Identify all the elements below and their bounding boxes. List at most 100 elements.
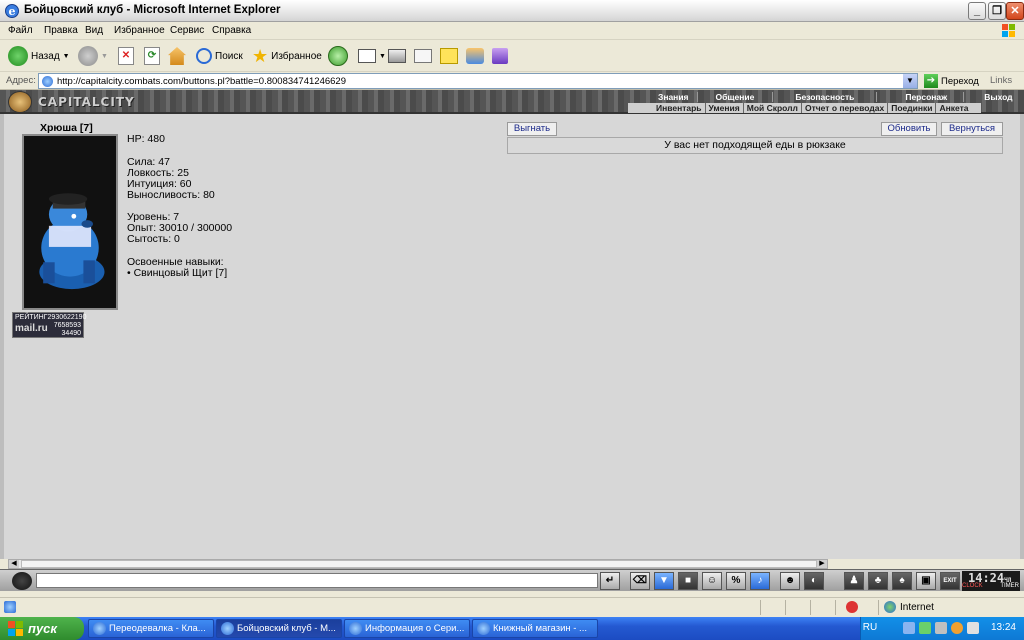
nav-communication[interactable]: Общение bbox=[698, 92, 774, 102]
filter-icon[interactable]: ▼ bbox=[654, 572, 674, 590]
mail-button[interactable]: ▼ bbox=[358, 44, 386, 68]
chevron-down-icon: ▼ bbox=[379, 52, 386, 60]
favorites-button[interactable]: ★ Избранное bbox=[252, 44, 322, 68]
scroll-thumb[interactable] bbox=[21, 560, 817, 568]
maximize-button[interactable]: ❐ bbox=[988, 2, 1006, 20]
usb-icon[interactable] bbox=[967, 622, 979, 634]
scroll-left-icon[interactable]: ◀ bbox=[9, 560, 19, 568]
character-name: Хрюша [7] bbox=[40, 122, 93, 134]
nav-character[interactable]: Персонаж bbox=[877, 92, 965, 102]
friends-icon[interactable]: ♣ bbox=[868, 572, 888, 590]
zone-label: Internet bbox=[900, 601, 934, 613]
menu-favorites[interactable]: Избранное bbox=[114, 25, 165, 36]
nav-security[interactable]: Безопасность bbox=[773, 92, 878, 102]
note-icon bbox=[440, 48, 458, 64]
taskbar-item[interactable]: Бойцовский клуб - M... bbox=[216, 619, 342, 638]
address-input[interactable]: http://capitalcity.combats.com/buttons.p… bbox=[38, 73, 918, 89]
menu-tools[interactable]: Сервис bbox=[170, 25, 204, 36]
mailru-rating-counter[interactable]: РЕЙТИНГ2930622190 mail.ru 7658593 34490 bbox=[12, 312, 86, 338]
antivirus-icon[interactable] bbox=[919, 622, 931, 634]
start-label: пуск bbox=[28, 621, 57, 636]
search-button[interactable]: Поиск bbox=[196, 44, 243, 68]
home-button[interactable] bbox=[168, 44, 186, 68]
history-icon bbox=[328, 46, 348, 66]
back-button[interactable]: Назад ▼ bbox=[8, 44, 70, 68]
refresh-icon: ⟳ bbox=[144, 47, 160, 65]
start-button[interactable]: пуск bbox=[0, 617, 84, 640]
print-button[interactable] bbox=[388, 44, 406, 68]
nav-exit[interactable]: Выход bbox=[964, 92, 1024, 102]
chat-icon[interactable] bbox=[12, 572, 32, 590]
logo-text: CAPITALCITY bbox=[38, 95, 135, 109]
horizontal-scrollbar[interactable]: ◀ ▶ bbox=[8, 559, 828, 569]
menu-help[interactable]: Справка bbox=[212, 25, 251, 36]
menu-view[interactable]: Вид bbox=[85, 25, 103, 36]
nav-transfer-report[interactable]: Отчет о переводах bbox=[802, 103, 889, 113]
mask-icon[interactable]: ♠ bbox=[892, 572, 912, 590]
nav-profile[interactable]: Анкета bbox=[936, 103, 980, 113]
taskbar: пуск Переодевалка - Кла... Бойцовский кл… bbox=[0, 617, 1024, 640]
exit-button[interactable]: EXIT bbox=[940, 572, 960, 590]
box-icon[interactable]: ▣ bbox=[916, 572, 936, 590]
agent-icon[interactable] bbox=[951, 622, 963, 634]
music-icon[interactable]: ♪ bbox=[750, 572, 770, 590]
boar-avatar-icon bbox=[39, 193, 105, 290]
svg-text:e: e bbox=[9, 5, 16, 18]
research-button[interactable] bbox=[492, 44, 508, 68]
kick-button[interactable]: Выгнать bbox=[507, 122, 557, 136]
refresh-game-button[interactable]: Обновить bbox=[881, 122, 937, 136]
discuss-button[interactable] bbox=[440, 44, 458, 68]
timer-label: TIMER bbox=[1000, 583, 1019, 589]
chat-input[interactable] bbox=[36, 573, 598, 588]
messenger-icon bbox=[466, 48, 484, 64]
nav-my-scroll[interactable]: Мой Скролл bbox=[744, 103, 802, 113]
helmet-icon[interactable]: ◐ bbox=[804, 572, 824, 590]
send-button[interactable]: ↵ bbox=[600, 572, 620, 590]
return-button[interactable]: Вернуться bbox=[941, 122, 1003, 136]
links-label[interactable]: Links bbox=[990, 75, 1012, 86]
edit-button[interactable] bbox=[414, 44, 432, 68]
clock-label: CLOCK bbox=[962, 583, 983, 589]
refresh-button[interactable]: ⟳ bbox=[144, 44, 160, 68]
mail-icon bbox=[358, 49, 376, 63]
taskbar-item[interactable]: Переодевалка - Кла... bbox=[88, 619, 214, 638]
bag-icon[interactable]: ♟ bbox=[844, 572, 864, 590]
skill-item: • Свинцовый Щит [7] bbox=[127, 267, 228, 279]
internet-explorer-icon bbox=[349, 622, 362, 635]
system-clock: 13:24 bbox=[990, 622, 1016, 633]
scroll-right-icon[interactable]: ▶ bbox=[817, 560, 827, 568]
volume-icon[interactable] bbox=[935, 622, 947, 634]
person-icon[interactable]: ☺ bbox=[702, 572, 722, 590]
network-icon[interactable] bbox=[903, 622, 915, 634]
messenger-button[interactable] bbox=[466, 44, 484, 68]
nav-bottom: Инвентарь Умения Мой Скролл Отчет о пере… bbox=[628, 103, 981, 113]
nav-duels[interactable]: Поединки bbox=[888, 103, 937, 113]
research-icon bbox=[492, 48, 508, 64]
menu-edit[interactable]: Правка bbox=[44, 25, 78, 36]
menu-file[interactable]: Файл bbox=[8, 25, 33, 36]
stop-button[interactable]: ✕ bbox=[118, 44, 134, 68]
nav-inventory[interactable]: Инвентарь bbox=[628, 103, 706, 113]
taskbar-item[interactable]: Информация о Сери... bbox=[344, 619, 470, 638]
security-zone: Internet bbox=[884, 601, 934, 613]
history-button[interactable] bbox=[328, 44, 348, 68]
language-indicator[interactable]: RU bbox=[855, 622, 885, 633]
chevron-down-icon[interactable]: ▼ bbox=[903, 74, 917, 88]
nav-knowledge[interactable]: Знания bbox=[628, 92, 698, 102]
forward-button[interactable]: ▼ bbox=[78, 44, 108, 68]
search-label: Поиск bbox=[215, 50, 243, 62]
nav-skills[interactable]: Умения bbox=[706, 103, 744, 113]
stop-icon: ✕ bbox=[118, 47, 134, 65]
taskbar-item[interactable]: Книжный магазин - ... bbox=[472, 619, 598, 638]
close-button[interactable]: ✕ bbox=[1006, 2, 1024, 20]
smiley-icon[interactable]: ☻ bbox=[780, 572, 800, 590]
home-icon bbox=[168, 47, 186, 65]
go-button[interactable]: ➔ Переход bbox=[924, 74, 979, 88]
character-portrait bbox=[22, 134, 118, 310]
eraser-icon[interactable]: ⌫ bbox=[630, 572, 650, 590]
minimize-button[interactable]: _ bbox=[968, 2, 986, 20]
globe-icon bbox=[884, 601, 896, 613]
percent-icon[interactable]: % bbox=[726, 572, 746, 590]
nav-top: Знания Общение Безопасность Персонаж Вых… bbox=[628, 92, 1024, 102]
save-icon[interactable]: ■ bbox=[678, 572, 698, 590]
